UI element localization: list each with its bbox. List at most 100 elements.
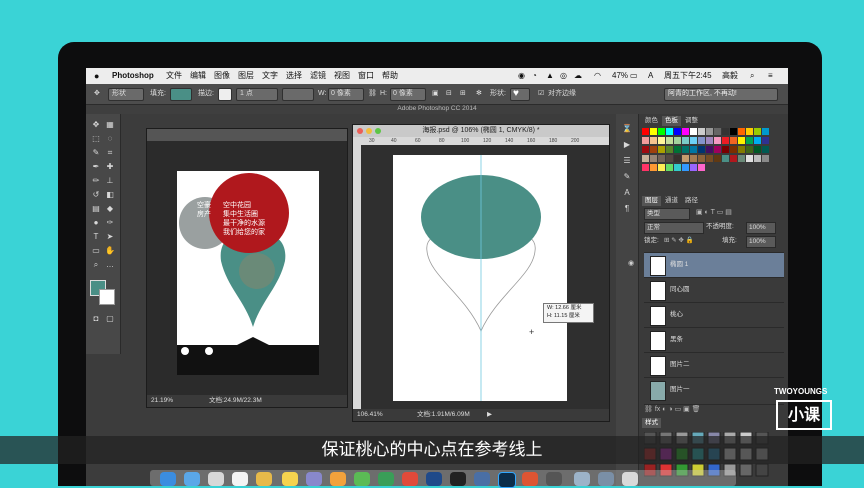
main-zoom[interactable]: 106.41% bbox=[357, 409, 383, 421]
layer-row[interactable]: 桃心 bbox=[644, 302, 784, 327]
finder-icon[interactable] bbox=[160, 472, 176, 486]
type-tool-icon[interactable]: T bbox=[91, 232, 101, 242]
trash-icon[interactable] bbox=[622, 472, 638, 486]
path-align-icon[interactable]: ⊟ bbox=[446, 84, 452, 104]
main-canvas[interactable] bbox=[393, 155, 567, 401]
poster-preview-window[interactable]: 空豪 房产 空中花园 集中生活圈 最干净的水源 我们给您的家 21.19% 文档… bbox=[146, 128, 348, 408]
lasso-tool-icon[interactable]: ◌ bbox=[105, 134, 115, 144]
gear-icon[interactable]: ✻ bbox=[476, 84, 482, 104]
downloads-folder-icon[interactable] bbox=[574, 472, 590, 486]
link-icon[interactable]: ⛓ bbox=[368, 84, 377, 104]
input-source-icon[interactable]: A bbox=[648, 68, 653, 84]
chrome-icon[interactable] bbox=[330, 472, 346, 486]
history-brush-tool-icon[interactable]: ↺ bbox=[91, 190, 101, 200]
close-button[interactable] bbox=[357, 128, 363, 134]
path-select-tool-icon[interactable]: ➤ bbox=[105, 232, 115, 242]
opacity-field[interactable]: 100% bbox=[746, 222, 776, 234]
fill-swatch[interactable] bbox=[170, 88, 192, 101]
layer-row[interactable]: ◉ 椭圆 1 bbox=[628, 252, 784, 277]
eyedropper-tool-icon[interactable]: ✒ bbox=[91, 162, 101, 172]
visibility-eye-icon[interactable]: ◉ bbox=[628, 259, 636, 269]
qq-dock-icon[interactable] bbox=[426, 472, 442, 486]
blend-mode-select[interactable]: 正常 bbox=[644, 222, 704, 234]
pen-tool-icon[interactable]: ✑ bbox=[105, 218, 115, 228]
layer-kind-filter[interactable]: 类型 bbox=[644, 208, 690, 220]
layer-row[interactable]: 图片一 bbox=[644, 377, 784, 402]
documents-folder-icon[interactable] bbox=[598, 472, 614, 486]
vertical-ruler[interactable] bbox=[353, 145, 361, 409]
character-panel-icon[interactable]: A bbox=[622, 188, 632, 198]
hand-tool-icon[interactable]: ✋ bbox=[105, 246, 115, 256]
menu-app-name[interactable]: Photoshop bbox=[112, 68, 154, 84]
quick-select-tool-icon[interactable]: ✎ bbox=[91, 148, 101, 158]
clock[interactable]: 周五下午2:45 bbox=[664, 68, 712, 84]
background-color-swatch[interactable] bbox=[99, 289, 115, 305]
battery-percent[interactable]: 47% bbox=[612, 68, 628, 84]
blur-tool-icon[interactable]: ◆ bbox=[105, 204, 115, 214]
align-edges-checkbox[interactable]: ☑ bbox=[538, 84, 544, 104]
menu-window[interactable]: 窗口 bbox=[358, 68, 374, 84]
crop-tool-icon[interactable]: ⌗ bbox=[105, 148, 115, 158]
gradient-tool-icon[interactable]: ▤ bbox=[91, 204, 101, 214]
layer-row[interactable]: 图片二 bbox=[644, 352, 784, 377]
layer-row[interactable]: 同心圆 bbox=[644, 277, 784, 302]
menu-image[interactable]: 图像 bbox=[214, 68, 230, 84]
menu-type[interactable]: 文字 bbox=[262, 68, 278, 84]
quick-mask-icon[interactable]: ◘ bbox=[91, 314, 101, 324]
healing-tool-icon[interactable]: ✚ bbox=[105, 162, 115, 172]
path-ops-icon[interactable]: ▣ bbox=[432, 84, 439, 104]
actions-panel-icon[interactable]: ▶ bbox=[622, 140, 632, 150]
brush-panel-icon[interactable]: ✎ bbox=[622, 172, 632, 182]
menu-help[interactable]: 帮助 bbox=[382, 68, 398, 84]
calendar-icon[interactable] bbox=[232, 472, 248, 486]
menu-file[interactable]: 文件 bbox=[166, 68, 182, 84]
battery-icon[interactable]: ▭ bbox=[630, 68, 638, 84]
wifi-icon[interactable]: ◠ bbox=[594, 68, 601, 84]
brush-tool-icon[interactable]: ✏ bbox=[91, 176, 101, 186]
horizontal-ruler[interactable]: 30 40 60 80 100 120 140 160 180 200 bbox=[353, 137, 609, 145]
tab-styles[interactable]: 样式 bbox=[642, 418, 661, 428]
move-tool-icon[interactable]: ✥ bbox=[91, 120, 101, 130]
qq-icon[interactable]: ◉ bbox=[518, 68, 525, 84]
status-arrow-icon[interactable]: ▶ bbox=[487, 409, 492, 421]
layer-actions-bar[interactable]: ⛓ fx ◐ ◑ ▭ ▣ 🗑 bbox=[644, 404, 784, 415]
menu-edit[interactable]: 编辑 bbox=[190, 68, 206, 84]
shape-tool-icon[interactable]: ▭ bbox=[91, 246, 101, 256]
messages-icon[interactable] bbox=[354, 472, 370, 486]
sync-icon[interactable]: ◎ bbox=[560, 68, 567, 84]
music-icon[interactable] bbox=[402, 472, 418, 486]
safari-icon[interactable] bbox=[184, 472, 200, 486]
illustrator-dock-icon[interactable] bbox=[522, 472, 538, 486]
artboard-tool-icon[interactable]: ▦ bbox=[105, 120, 115, 130]
stroke-type-select[interactable] bbox=[282, 88, 314, 101]
tab-adjustments[interactable]: 调整 bbox=[682, 116, 701, 126]
tab-color[interactable]: 颜色 bbox=[642, 116, 661, 126]
tab-channels[interactable]: 通道 bbox=[662, 196, 681, 206]
main-document-window[interactable]: 海报.psd @ 106% (椭圆 1, CMYK/8) * 30 40 60 … bbox=[352, 124, 610, 422]
properties-panel-icon[interactable]: ☰ bbox=[622, 156, 632, 166]
main-document-titlebar[interactable]: 海报.psd @ 106% (椭圆 1, CMYK/8) * bbox=[353, 125, 609, 137]
eraser-tool-icon[interactable]: ◧ bbox=[105, 190, 115, 200]
menu-select[interactable]: 选择 bbox=[286, 68, 302, 84]
paragraph-panel-icon[interactable]: ¶ bbox=[622, 204, 632, 214]
apple-icon[interactable]: ● bbox=[94, 68, 99, 84]
cloud-icon[interactable]: ☁ bbox=[574, 68, 582, 84]
notes-icon[interactable] bbox=[256, 472, 272, 486]
user-name[interactable]: 高毅 bbox=[722, 68, 738, 84]
poster-canvas[interactable]: 空豪 房产 空中花园 集中生活圈 最干净的水源 我们给您的家 bbox=[177, 171, 319, 375]
lock-icons[interactable]: ⊞ ✎ ✥ 🔒 bbox=[664, 236, 694, 246]
wechat-icon[interactable] bbox=[378, 472, 394, 486]
zoom-tool-icon[interactable]: ⌕ bbox=[91, 260, 101, 270]
menu-view[interactable]: 视图 bbox=[334, 68, 350, 84]
mail-icon[interactable] bbox=[208, 472, 224, 486]
tool-preset-icon[interactable]: ✥ bbox=[94, 84, 100, 104]
menu-layer[interactable]: 图层 bbox=[238, 68, 254, 84]
dodge-tool-icon[interactable]: ● bbox=[91, 218, 101, 228]
tab-paths[interactable]: 路径 bbox=[682, 196, 701, 206]
stamp-tool-icon[interactable]: ⊥ bbox=[105, 176, 115, 186]
layer-row[interactable]: 黑条 bbox=[644, 327, 784, 352]
minimize-button[interactable] bbox=[366, 128, 372, 134]
path-arrange-icon[interactable]: ⊞ bbox=[460, 84, 466, 104]
preview-icon[interactable] bbox=[474, 472, 490, 486]
stickies-icon[interactable] bbox=[282, 472, 298, 486]
